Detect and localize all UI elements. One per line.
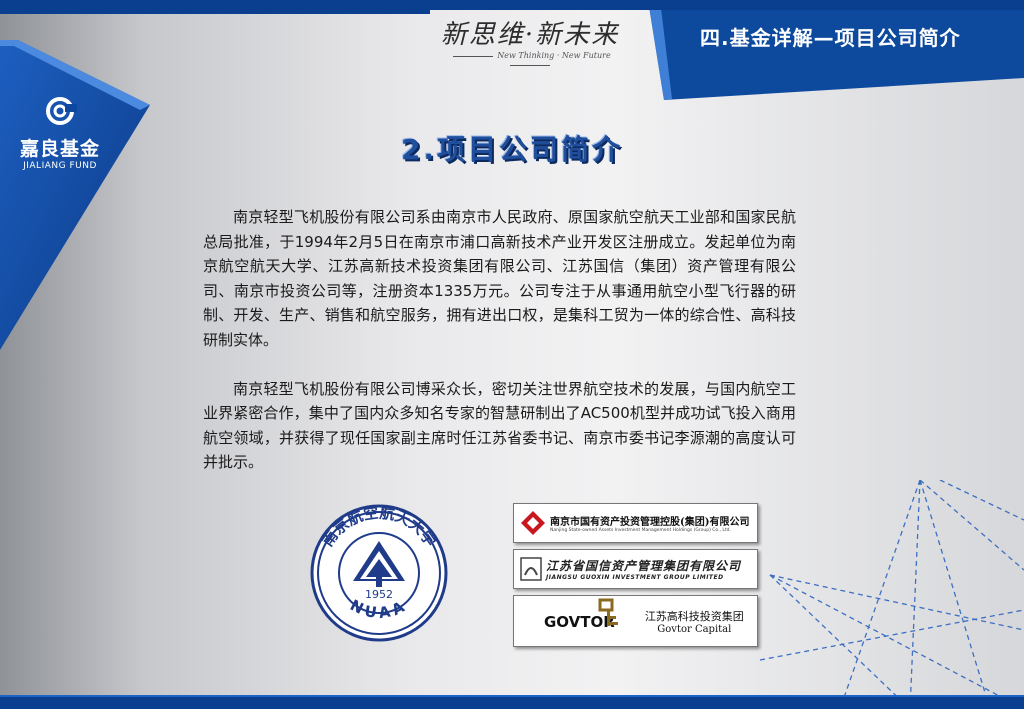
divider (510, 64, 550, 66)
paragraph: 南京轻型飞机股份有限公司系由南京市人民政府、原国家航空航天工业部和国家民航总局批… (203, 208, 796, 349)
partner-guoxin: 江苏省国信资产管理集团有限公司 JIANGSU GUOXIN INVESTMEN… (513, 549, 758, 589)
partner-name-cn: 江苏省国信资产管理集团有限公司 (546, 559, 742, 573)
slogan-en-row: New Thinking · New Future (430, 51, 630, 69)
partner-text: 江苏省国信资产管理集团有限公司 JIANGSU GUOXIN INVESTMEN… (546, 557, 741, 581)
nanjing-assets-logo-icon (521, 511, 545, 535)
body-text: 南京轻型飞机股份有限公司系由南京市人民政府、原国家航空航天工业部和国家民航总局批… (203, 205, 796, 499)
brand-swirl-icon (46, 97, 77, 125)
paragraph: 南京轻型飞机股份有限公司博采众长，密切关注世界航空技术的发展，与国内航空工业界紧… (203, 379, 796, 472)
partner-name-cn: 南京市国有资产投资管理控股(集团)有限公司 (550, 517, 750, 528)
guoxin-logo-icon (520, 557, 542, 581)
partner-name-en: Nanjing State-owned Assets Investment Ma… (550, 528, 731, 533)
divider (453, 55, 494, 57)
slogan-cn: 新思维·新未来 (440, 20, 620, 50)
partner-nanjing-assets: 南京市国有资产投资管理控股(集团)有限公司 Nanjing State-owne… (513, 503, 758, 543)
partner-text: 江苏高科技投资集团 Govtor Capital (645, 608, 744, 635)
section-title: 四.基金详解—项目公司简介 (700, 26, 961, 50)
partner-logos: 南京市国有资产投资管理控股(集团)有限公司 Nanjing State-owne… (513, 503, 758, 653)
partner-name-en: Govtor Capital (657, 623, 732, 635)
page-title: 2.项目公司简介 (400, 133, 624, 166)
govtor-mark: GOVTOR (520, 598, 618, 631)
partner-name-en: JIANGSU GUOXIN INVESTMENT GROUP LIMITED (546, 574, 724, 581)
nuaa-seal: 南京航空航天大学 1952 NUAA (310, 504, 448, 642)
bottom-bar (0, 697, 1024, 709)
govtor-key-icon (598, 598, 618, 626)
slide: 新思维·新未来 New Thinking · New Future 四.基金详解… (0, 0, 1024, 709)
slogan-en: New Thinking · New Future (497, 51, 611, 60)
seal-year: 1952 (365, 588, 393, 601)
slogan: 新思维·新未来 New Thinking · New Future (430, 14, 630, 69)
partner-name-cn: 江苏高科技投资集团 (644, 609, 744, 623)
dashed-geometry-decoration (760, 480, 1024, 709)
partner-govtor: GOVTOR 江苏高科技投资集团 Govtor Capital (513, 595, 758, 647)
partner-text: 南京市国有资产投资管理控股(集团)有限公司 Nanjing State-owne… (550, 513, 749, 533)
